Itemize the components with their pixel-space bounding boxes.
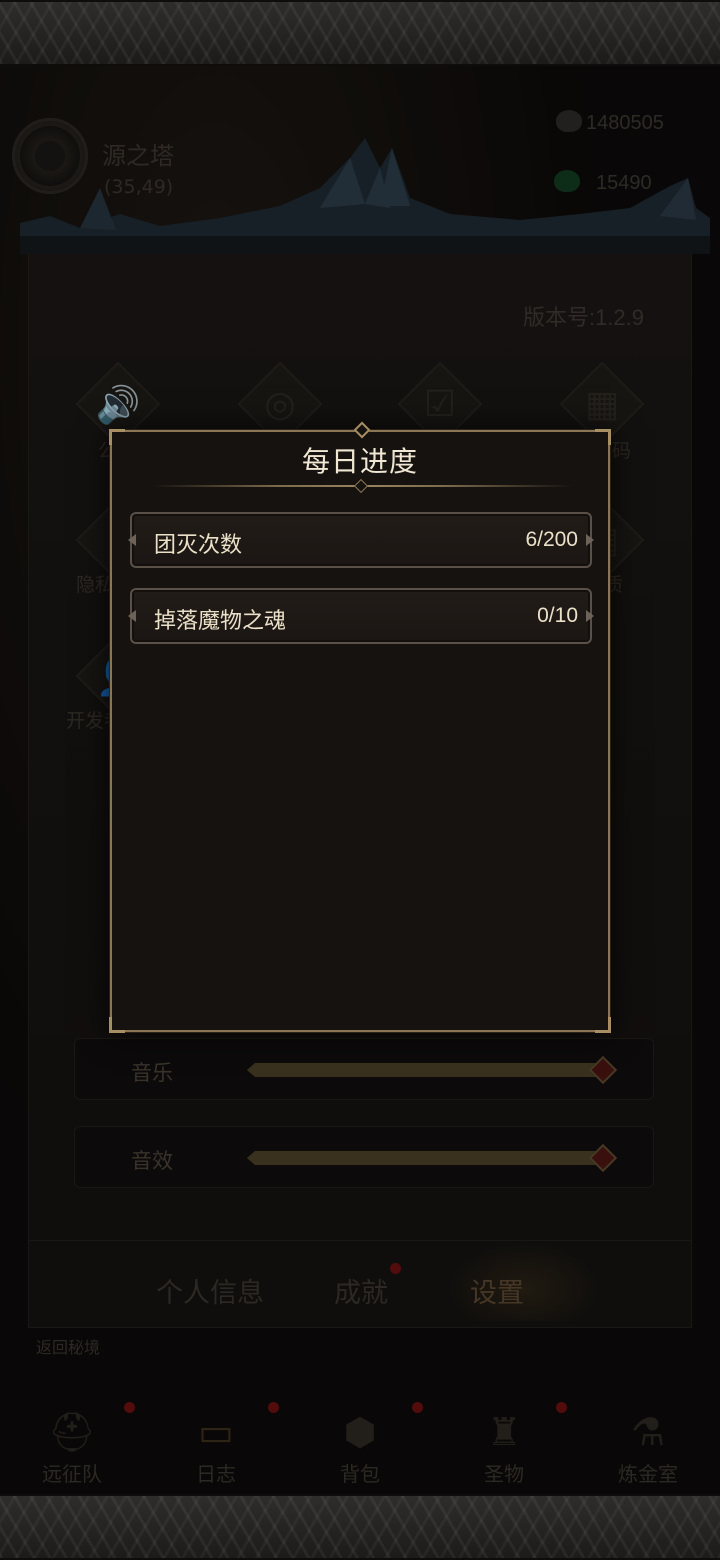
progress-label: 团灭次数	[154, 533, 243, 558]
corner-ornament	[109, 1017, 125, 1033]
divider-ornament	[353, 478, 369, 494]
corner-ornament	[595, 1017, 611, 1033]
progress-row-soul-drops: 掉落魔物之魂 0/10	[130, 588, 592, 644]
top-frame-border	[0, 0, 720, 66]
progress-value: 6/200	[525, 528, 578, 551]
progress-value: 0/10	[537, 604, 578, 627]
daily-progress-dialog: 每日进度 团灭次数 6/200 掉落魔物之魂 0/10	[109, 421, 611, 1033]
progress-row-wipes: 团灭次数 6/200	[130, 512, 592, 568]
progress-label: 掉落魔物之魂	[154, 609, 287, 634]
dialog-title: 每日进度	[301, 445, 418, 478]
bottom-frame-border	[0, 1494, 720, 1560]
